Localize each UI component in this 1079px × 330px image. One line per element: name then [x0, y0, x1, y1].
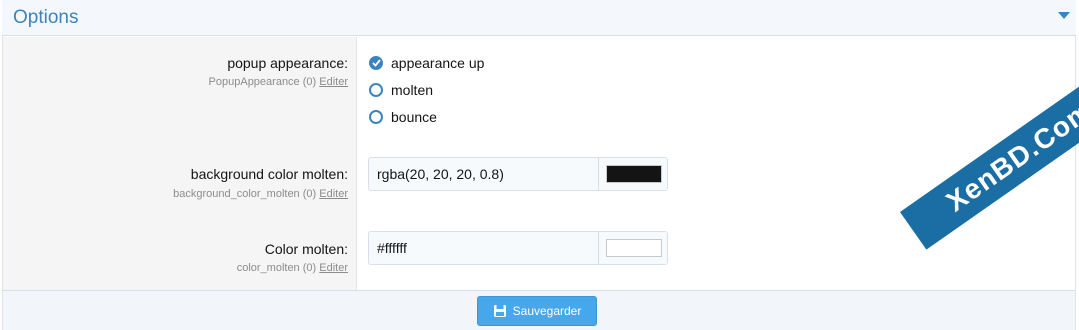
- popup-appearance-id: PopupAppearance (0): [208, 76, 317, 88]
- color-molten-edit-link[interactable]: Editer: [319, 262, 348, 274]
- color-swatch[interactable]: [606, 165, 662, 183]
- options-header[interactable]: Options: [2, 0, 1076, 36]
- radio-label: bounce: [391, 109, 437, 125]
- bg-color-molten-value[interactable]: rgba(20, 20, 20, 0.8): [377, 166, 504, 182]
- radio-bounce[interactable]: bounce: [369, 107, 437, 127]
- color-molten-sub: color_molten (0) Editer: [237, 262, 348, 274]
- bg-color-molten-sub: background_color_molten (0) Editer: [173, 188, 348, 200]
- popup-appearance-label: popup appearance:: [227, 55, 348, 71]
- radio-molten[interactable]: molten: [369, 80, 433, 100]
- floppy-disk-icon: [493, 305, 506, 317]
- color-molten-picker[interactable]: [598, 232, 667, 264]
- save-button-label: Sauvegarder: [512, 304, 582, 318]
- collapse-arrow-icon[interactable]: [1058, 12, 1070, 19]
- radio-appearance-up[interactable]: appearance up: [369, 53, 484, 73]
- popup-appearance-sub: PopupAppearance (0) Editer: [209, 76, 348, 88]
- color-swatch[interactable]: [606, 239, 662, 257]
- radio-unchecked-icon[interactable]: [369, 110, 383, 124]
- color-molten-value[interactable]: #ffffff: [377, 240, 407, 256]
- bg-color-molten-input[interactable]: rgba(20, 20, 20, 0.8): [368, 157, 668, 191]
- color-molten-input[interactable]: #ffffff: [368, 231, 668, 265]
- radio-checked-icon[interactable]: [369, 56, 383, 70]
- color-molten-label: Color molten:: [264, 241, 348, 257]
- bg-color-molten-picker[interactable]: [598, 158, 667, 190]
- bg-color-molten-edit-link[interactable]: Editer: [319, 188, 348, 200]
- radio-label: appearance up: [391, 55, 485, 71]
- save-button[interactable]: Sauvegarder: [477, 296, 597, 326]
- options-title: Options: [13, 7, 79, 28]
- radio-unchecked-icon[interactable]: [369, 83, 383, 97]
- radio-label: molten: [391, 82, 434, 98]
- bg-color-molten-id: background_color_molten (0): [173, 188, 317, 200]
- color-molten-id: color_molten (0): [236, 262, 317, 274]
- popup-appearance-edit-link[interactable]: Editer: [319, 76, 348, 88]
- bg-color-molten-label: background color molten:: [190, 166, 348, 182]
